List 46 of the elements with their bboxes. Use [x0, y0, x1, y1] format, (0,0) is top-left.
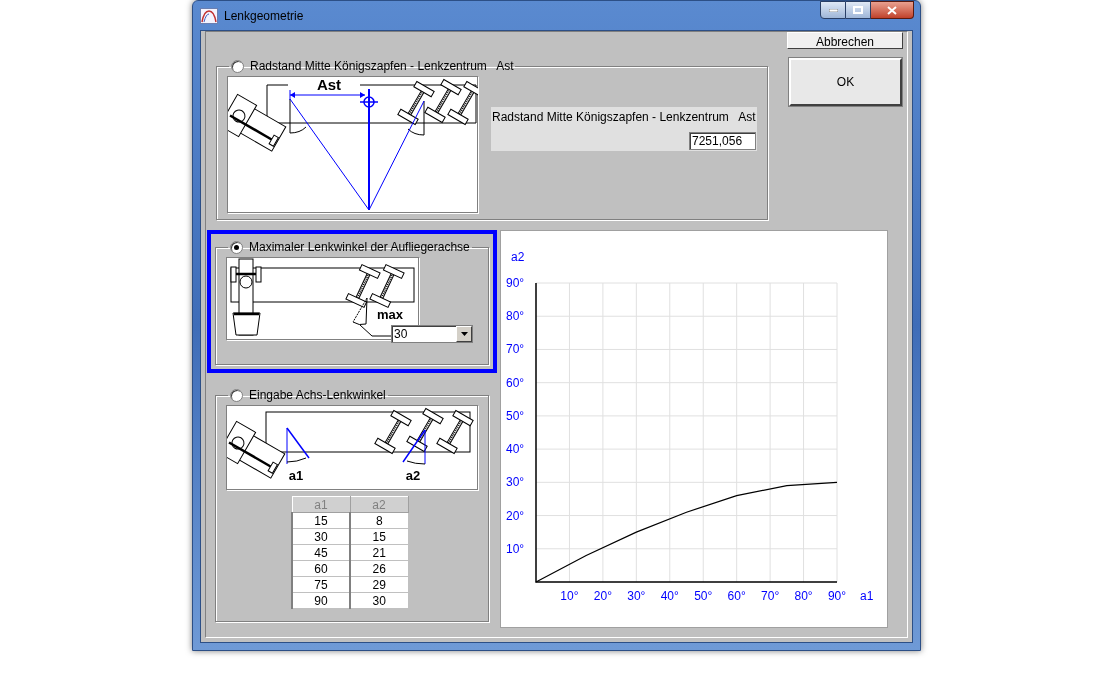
option-label: Eingabe Achs-Lenkwinkel [249, 387, 386, 404]
maximize-button[interactable] [846, 1, 871, 19]
axis-tick-label: 60° [506, 375, 525, 390]
dimension-label: Ast [316, 77, 342, 93]
axis-tick-label: 60° [727, 589, 746, 603]
option-label: Radstand Mitte Königszapfen - Lenkzentrum Ast [250, 58, 514, 75]
close-button[interactable] [871, 1, 914, 19]
column-header: a1 [292, 496, 350, 513]
axis-tick-label: 70° [506, 342, 525, 357]
close-icon [887, 5, 897, 15]
radio-button[interactable] [230, 240, 243, 254]
axis-tick-label: 20° [506, 508, 525, 523]
axis-tick-label: 50° [694, 589, 713, 603]
axis-tick-label: 90° [827, 589, 847, 603]
axis-tick-label: 90° [506, 276, 525, 290]
window-title: Lenkgeometrie [224, 7, 304, 25]
dropdown-arrow-button[interactable] [456, 326, 472, 342]
axis-tick-label: 80° [794, 589, 813, 603]
field-label: Radstand Mitte Königszapfen - Lenkzentrum Ast [491, 109, 757, 126]
axis-tick-label: 80° [506, 309, 525, 324]
axis-tick-label: 50° [506, 408, 525, 423]
minimize-icon [828, 8, 838, 12]
angle-label: a1 [288, 468, 304, 483]
x-axis-label: a1 [860, 589, 874, 603]
input-field[interactable]: 7251,056 [689, 132, 756, 150]
angle-dropdown[interactable]: 30 [391, 325, 473, 343]
angle-label: max [377, 307, 403, 322]
axis-tick-label: 20° [593, 589, 612, 603]
minimize-button[interactable] [820, 1, 846, 19]
option-label: Maximaler Lenkwinkel der Aufliegerachse [249, 239, 470, 256]
column-header: a2 [350, 496, 408, 513]
angle-label: a2 [405, 468, 421, 483]
axis-tick-label: 10° [506, 541, 525, 556]
axis-tick-label: 30° [506, 475, 525, 490]
cancel-button[interactable]: Abbrechen [787, 32, 903, 49]
axis-tick-label: 40° [506, 442, 525, 457]
caret-down-icon [460, 332, 468, 336]
app-icon [200, 7, 218, 24]
ok-button[interactable]: OK [789, 58, 902, 106]
axis-tick-label: 70° [761, 589, 780, 603]
axis-tick-label: 40° [660, 589, 679, 603]
dropdown-value: 30 [393, 326, 409, 343]
y-axis-label: a2 [511, 250, 525, 264]
axis-tick-label: 30° [627, 589, 646, 603]
maximize-icon [853, 6, 863, 14]
axis-tick-label: 10° [560, 589, 579, 603]
